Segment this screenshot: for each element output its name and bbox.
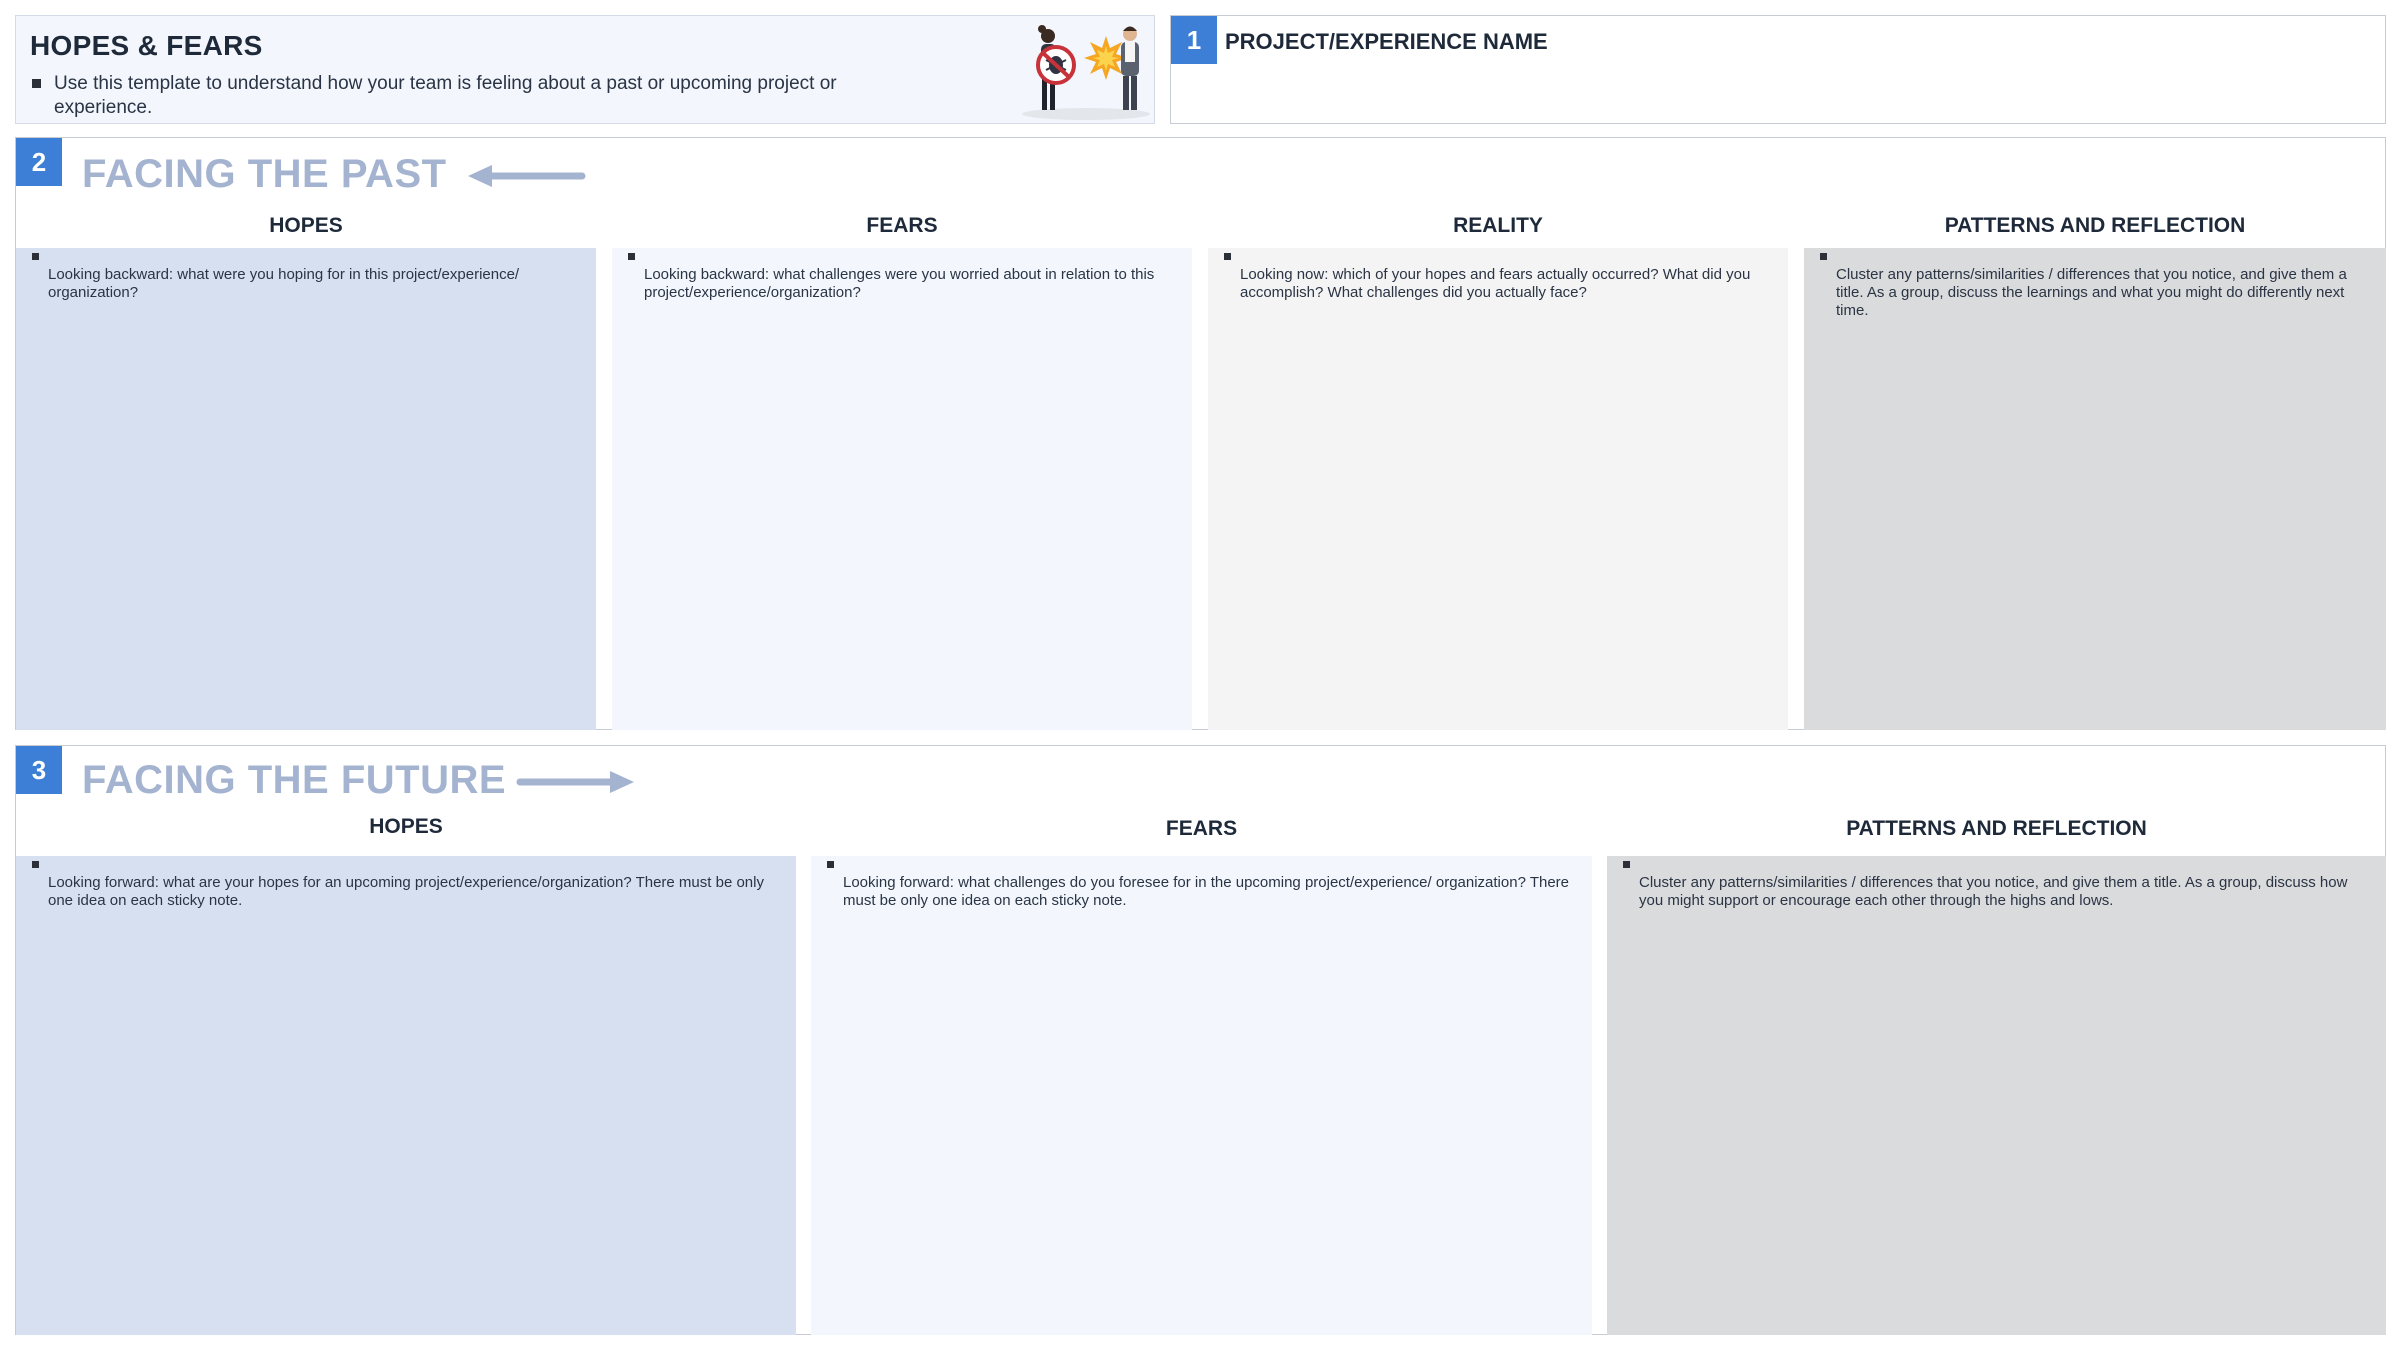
facing-the-future-section: 3 FACING THE FUTURE HOPES FEARS PATTERNS… [15,745,2386,1335]
past-patterns-board[interactable]: Cluster any patterns/similarities / diff… [1804,248,2386,730]
future-patterns-board[interactable]: Cluster any patterns/similarities / diff… [1607,856,2386,1335]
past-reality-board[interactable]: Looking now: which of your hopes and fea… [1208,248,1788,730]
step-number-badge: 2 [16,138,62,186]
column-prompt: Looking now: which of your hopes and fea… [1240,266,1751,301]
bullet-icon [1820,253,1827,260]
step-number-badge: 3 [16,746,62,794]
column-prompt: Cluster any patterns/similarities / diff… [1836,266,2347,319]
column-heading-reality: REALITY [1453,214,1543,237]
column-heading-fears: FEARS [1165,817,1238,840]
hopes-fears-illustration [1022,25,1150,120]
step-number-badge: 1 [1171,16,1217,64]
bullet-icon [32,253,39,260]
column-heading-hopes: HOPES [269,214,343,237]
column-prompt: Looking forward: what are your hopes for… [48,874,764,909]
template-description-text: Use this template to understand how your… [54,73,837,118]
bullet-icon [1224,253,1231,260]
template-header-card: HOPES & FEARS Use this template to under… [15,15,1155,124]
bullet-icon [628,253,635,260]
section-title: FACING THE PAST [82,152,447,196]
bullet-icon [32,79,41,88]
template-title: HOPES & FEARS [30,30,263,61]
column-heading-hopes: HOPES [369,815,443,838]
arrow-right-icon [516,771,634,793]
section-title: FACING THE FUTURE [82,758,507,802]
column-prompt: Looking backward: what challenges were y… [644,266,1155,301]
column-prompt: Looking backward: what were you hoping f… [48,266,520,301]
column-heading-patterns: PATTERNS AND REFLECTION [1846,817,2147,840]
bullet-icon [1623,861,1630,868]
future-hopes-board[interactable]: Looking forward: what are your hopes for… [16,856,796,1335]
future-fears-board[interactable]: Looking forward: what challenges do you … [811,856,1592,1335]
project-name-label: PROJECT/EXPERIENCE NAME [1225,29,1548,54]
past-fears-board[interactable]: Looking backward: what challenges were y… [612,248,1192,730]
bullet-icon [827,861,834,868]
bullet-icon [32,861,39,868]
template-description: Use this template to understand how your… [32,72,932,120]
column-prompt: Looking forward: what challenges do you … [843,874,1569,909]
project-name-card[interactable]: 1 PROJECT/EXPERIENCE NAME [1170,15,2386,124]
column-heading-patterns: PATTERNS AND REFLECTION [1944,214,2246,237]
past-hopes-board[interactable]: Looking backward: what were you hoping f… [16,248,596,730]
arrow-left-icon [468,165,586,187]
column-prompt: Cluster any patterns/similarities / diff… [1639,874,2348,909]
facing-the-past-section: 2 FACING THE PAST HOPES FEARS REALITY PA… [15,137,2386,730]
column-heading-fears: FEARS [866,214,938,237]
